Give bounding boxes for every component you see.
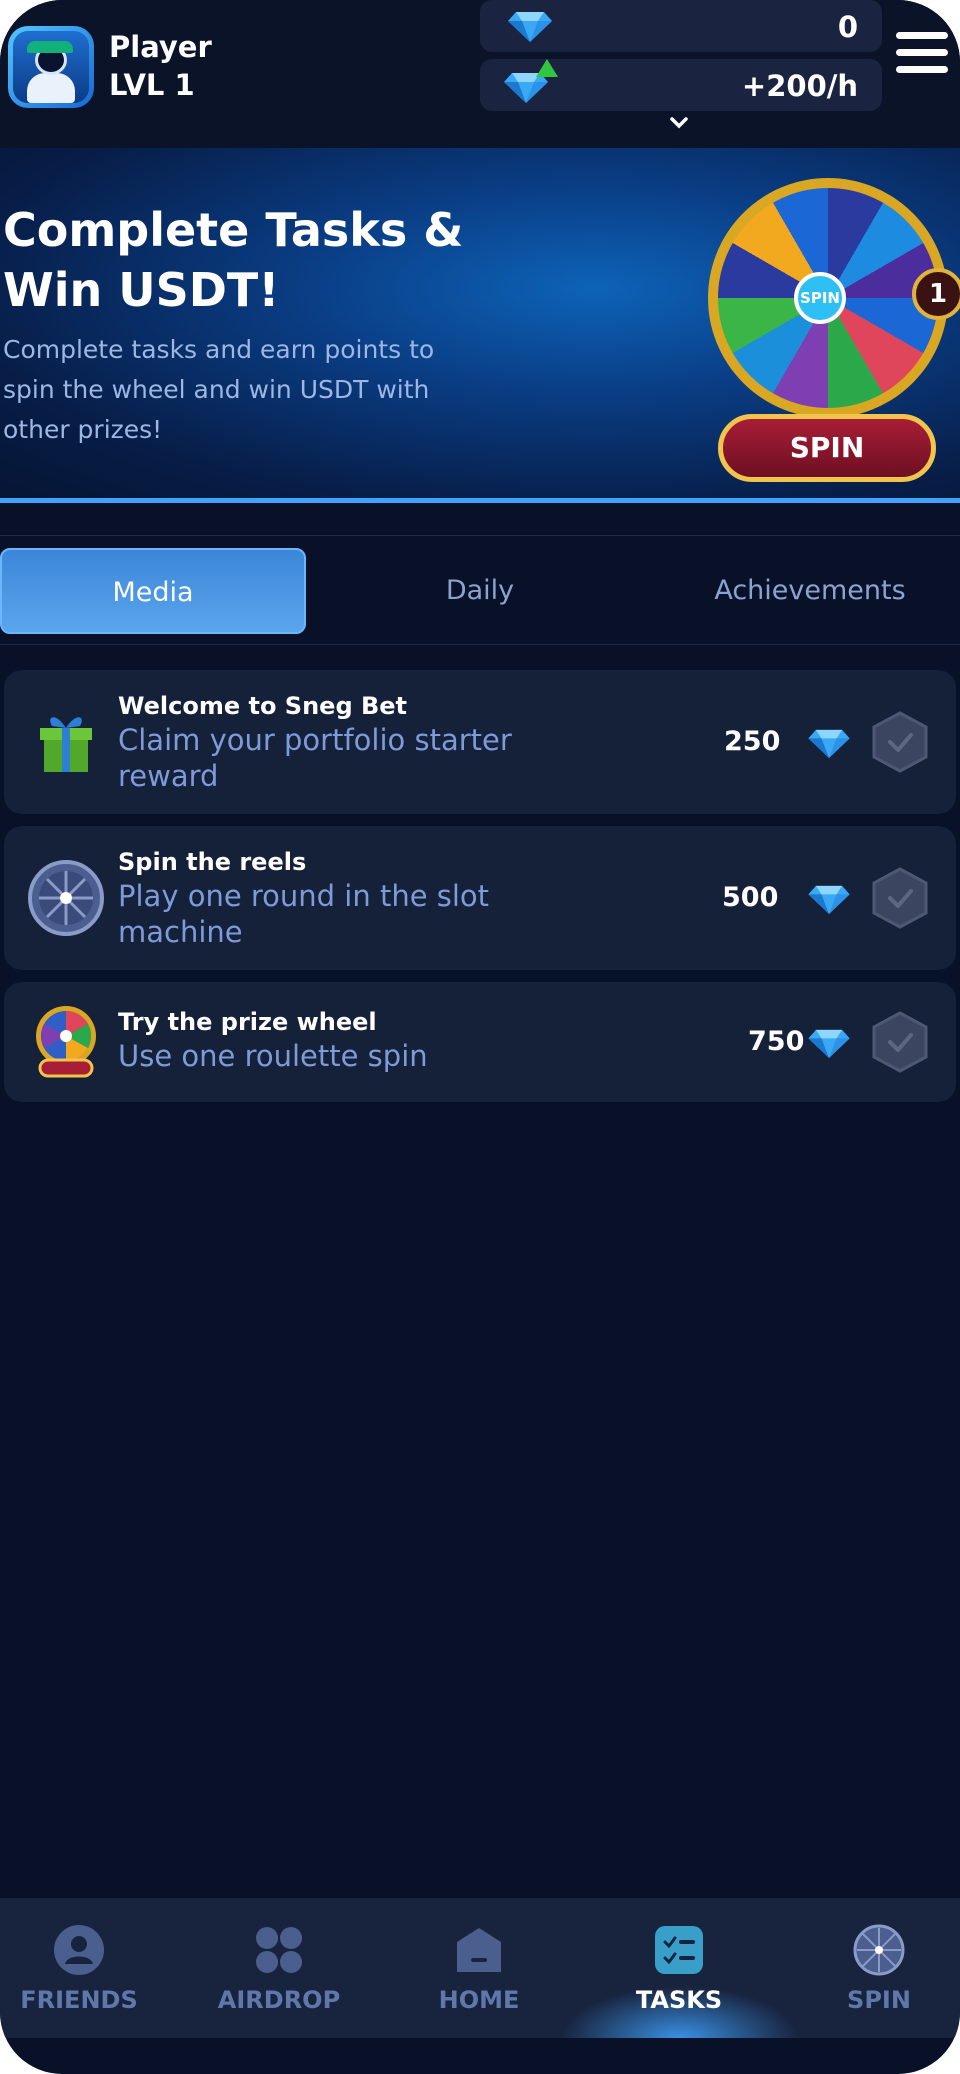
wheel-hub: SPIN [794, 272, 846, 324]
task-title: Welcome to Sneg Bet [118, 692, 408, 720]
gem-icon [808, 729, 850, 758]
spin-icon [853, 1924, 905, 1976]
tab-media[interactable]: Media [0, 548, 306, 634]
tasks-icon [655, 1926, 703, 1974]
friends-icon [54, 1925, 104, 1975]
airdrop-icon [256, 1927, 302, 1973]
task-description: Use one roulette spin [118, 1039, 428, 1073]
nav-friends[interactable]: FRIENDS [0, 1898, 179, 2038]
task-tabs: Media Daily Achievements [0, 535, 960, 645]
nav-label: TASKS [635, 1986, 723, 2014]
nav-label: HOME [438, 1986, 520, 2014]
spin-wheel-graphic[interactable]: SPIN 1 SPIN [700, 178, 960, 488]
nav-label: FRIENDS [20, 1986, 138, 2014]
task-card[interactable]: Welcome to Sneg Bet Claim your portfolio… [4, 670, 956, 814]
nav-label: AIRDROP [217, 1986, 341, 2014]
tab-daily[interactable]: Daily [390, 548, 570, 634]
prize-wheel-icon [36, 1006, 96, 1078]
reel-wheel-icon [28, 860, 104, 936]
check-badge-icon[interactable] [872, 1011, 928, 1073]
gem-icon [808, 885, 850, 914]
avatar[interactable] [8, 26, 94, 108]
task-description: Claim your portfolio starter reward [118, 723, 512, 793]
banner-description: Complete tasks and earn points to spin t… [3, 335, 435, 444]
spin-count-badge: 1 [912, 268, 960, 320]
nav-label: SPIN [847, 1986, 911, 2014]
task-points: 250 [724, 726, 781, 757]
nav-spin[interactable]: SPIN [779, 1898, 960, 2038]
nav-home[interactable]: HOME [379, 1898, 579, 2038]
nav-tasks[interactable]: TASKS [579, 1898, 779, 2038]
home-icon [457, 1928, 501, 1972]
task-card[interactable]: Spin the reels Play one round in the slo… [4, 826, 956, 970]
income-rate[interactable]: +200/h [480, 59, 882, 111]
player-name: Player [109, 30, 212, 64]
task-points: 750 [748, 1026, 805, 1057]
gems-value: 0 [837, 10, 858, 44]
task-points: 500 [722, 882, 779, 913]
nav-airdrop[interactable]: AIRDROP [179, 1898, 379, 2038]
task-title: Spin the reels [118, 848, 307, 876]
task-description: Play one round in the slot machine [118, 879, 490, 949]
check-badge-icon[interactable] [872, 711, 928, 773]
bottom-nav: FRIENDS AIRDROP HOME TASKS SPIN [0, 1898, 960, 2038]
check-badge-icon[interactable] [872, 867, 928, 929]
promo-banner: Complete Tasks & Win USDT! Complete task… [0, 148, 960, 500]
gems-balance[interactable]: 0 [480, 0, 882, 52]
avatar-image [13, 31, 89, 103]
task-card[interactable]: Try the prize wheel Use one roulette spi… [4, 982, 956, 1102]
boost-arrow-icon [536, 59, 558, 77]
banner-divider [0, 498, 960, 503]
top-bar: Player LVL 1 0 +200/h [0, 0, 960, 148]
task-title: Try the prize wheel [118, 1008, 377, 1036]
hamburger-menu-icon[interactable] [896, 32, 950, 76]
chevron-down-icon[interactable] [668, 114, 690, 136]
player-level: LVL 1 [109, 68, 195, 102]
gem-icon [508, 12, 552, 42]
tab-achievements[interactable]: Achievements [690, 548, 930, 634]
app-screen: Player LVL 1 0 +200/h Complete Tasks & W… [0, 0, 960, 2074]
spin-button[interactable]: SPIN [718, 414, 936, 482]
gift-icon [40, 717, 92, 772]
rate-value: +200/h [741, 69, 858, 103]
banner-title: Complete Tasks & Win USDT! [3, 203, 464, 317]
gem-icon [808, 1029, 850, 1058]
